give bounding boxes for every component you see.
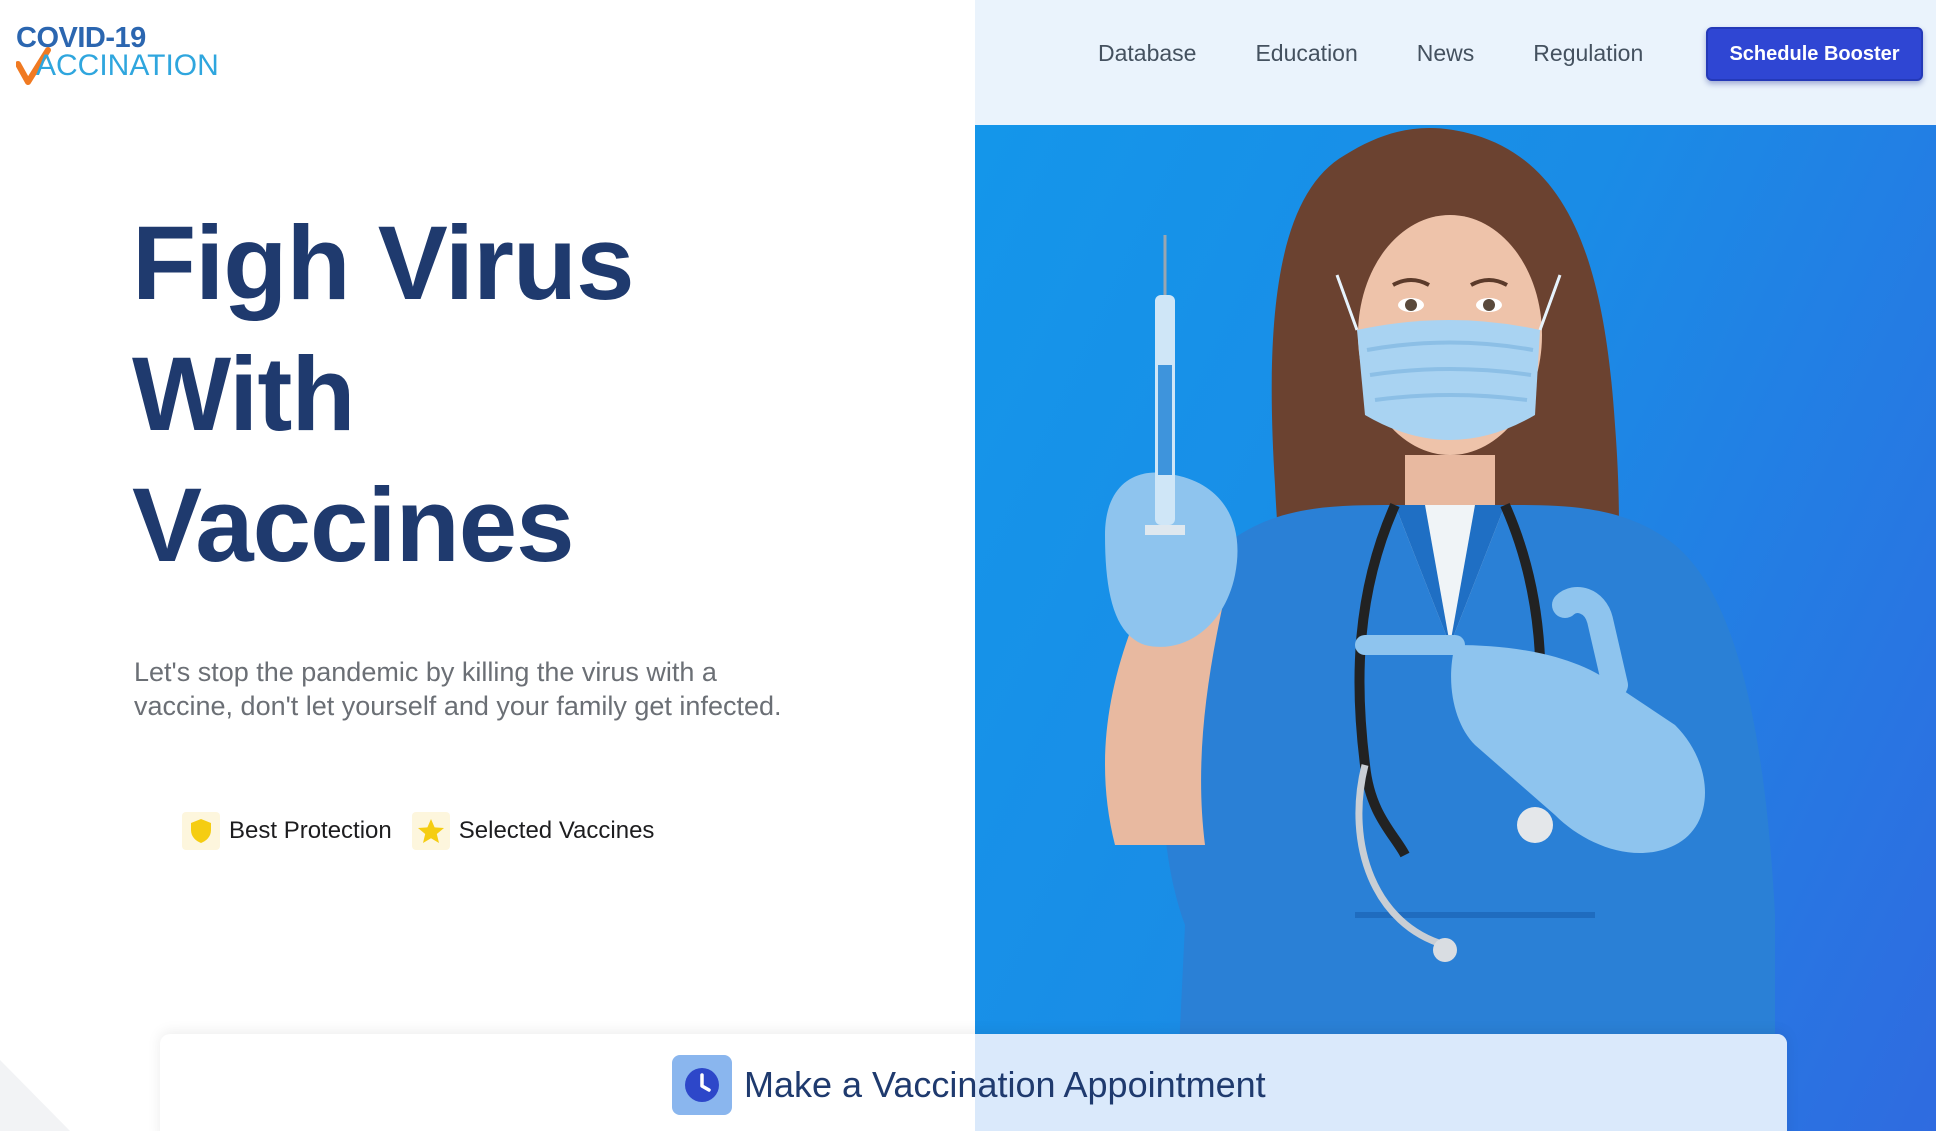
nav-item-database[interactable]: Database: [1098, 40, 1196, 67]
corner-decoration: [0, 1060, 70, 1131]
nurse-illustration: [1105, 127, 1775, 1131]
feature-selected-vaccines: Selected Vaccines: [411, 812, 655, 850]
feature-list: Best Protection Selected Vaccines: [182, 812, 674, 850]
appointment-label: Make a Vaccination Appointment: [744, 1064, 1266, 1105]
feature-best-protection: Best Protection: [182, 812, 392, 850]
clock-icon: [672, 1055, 732, 1115]
main-nav: Database Education News Regulation: [1098, 40, 1643, 67]
hero-right-panel: [975, 0, 1936, 1131]
schedule-booster-button[interactable]: Schedule Booster: [1706, 27, 1923, 81]
appointment-bar[interactable]: Make a Vaccination Appointment: [160, 1034, 1787, 1131]
headline-line: Figh Virus: [132, 205, 634, 322]
nav-item-news[interactable]: News: [1417, 40, 1475, 67]
feature-label: Selected Vaccines: [458, 817, 655, 844]
headline-line: Vaccines: [132, 467, 575, 584]
feature-label: Best Protection: [229, 817, 392, 844]
hero-description: Let's stop the pandemic by killing the v…: [134, 657, 782, 721]
star-icon: [411, 812, 450, 850]
logo-text-bottom: ACCINATION: [36, 49, 219, 82]
page-title: Figh Virus With Vaccines: [132, 198, 832, 591]
hero-photo: [975, 125, 1936, 1131]
shield-icon: [182, 812, 220, 850]
appointment-button[interactable]: Make a Vaccination Appointment: [672, 1055, 1266, 1115]
nav-item-education[interactable]: Education: [1255, 40, 1357, 67]
logo[interactable]: COVID-19 ACCINATION: [16, 22, 226, 85]
headline-line: With: [132, 336, 355, 453]
nav-item-regulation[interactable]: Regulation: [1533, 40, 1643, 67]
